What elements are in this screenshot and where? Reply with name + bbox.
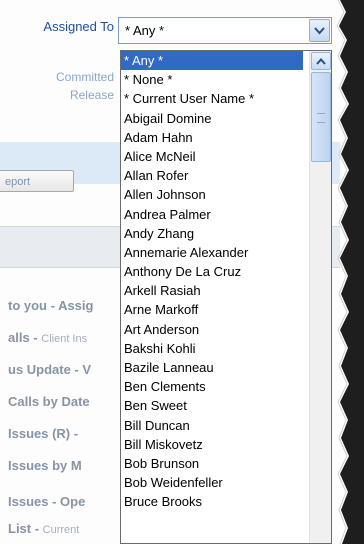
options-scrollbar[interactable] (309, 51, 331, 543)
report-link-2-text: alls - (8, 330, 42, 345)
report-link-7-text: Issues - Ope (8, 494, 86, 509)
assigned-to-label: Assigned To (43, 19, 114, 34)
page: Assigned To Committed Release eport to y… (0, 0, 364, 544)
report-button[interactable]: eport (0, 170, 74, 192)
report-link-3-text: us Update - V (8, 362, 92, 377)
chevron-up-icon (316, 57, 326, 65)
report-link-5[interactable]: Issues (R) - (8, 426, 78, 441)
report-link-8-text: List - (8, 521, 43, 536)
report-link-8[interactable]: List - Current (8, 521, 79, 536)
option-bruce-brooks[interactable]: Bruce Brooks (121, 492, 303, 511)
assigned-to-select[interactable]: * Any * (118, 17, 332, 44)
report-link-4-text: Calls by Date (8, 394, 90, 409)
assigned-to-select-value: * Any * (125, 23, 165, 38)
option-arne-markoff[interactable]: Arne Markoff (121, 300, 303, 319)
option-art-anderson[interactable]: Art Anderson (121, 320, 303, 339)
option-annemarie-alexander[interactable]: Annemarie Alexander (121, 243, 303, 262)
scroll-thumb[interactable] (311, 72, 331, 162)
report-link-1[interactable]: to you - Assig (8, 298, 93, 313)
option-alice-mcneil[interactable]: Alice McNeil (121, 147, 303, 166)
torn-edge-decoration (336, 0, 364, 544)
select-dropdown-button[interactable] (309, 19, 330, 42)
report-link-5-text: Issues (R) - (8, 426, 79, 441)
report-link-6[interactable]: Issues by M (8, 458, 82, 473)
chevron-down-icon (314, 26, 325, 34)
report-link-4[interactable]: Calls by Date (8, 394, 90, 409)
assigned-to-options-list[interactable]: * Any * * None * * Current User Name * A… (120, 50, 332, 544)
report-link-7[interactable]: Issues - Ope (8, 494, 85, 509)
option-andrea-palmer[interactable]: Andrea Palmer (121, 205, 303, 224)
option-bill-miskovetz[interactable]: Bill Miskovetz (121, 435, 303, 454)
option-allan-rofer[interactable]: Allan Rofer (121, 166, 303, 185)
option-anthony-de-la-cruz[interactable]: Anthony De La Cruz (121, 262, 303, 281)
option-bob-weidenfeller[interactable]: Bob Weidenfeller (121, 473, 303, 492)
report-link-8-sub: Current (42, 524, 80, 536)
report-link-3[interactable]: us Update - V (8, 362, 91, 377)
release-label: Release (69, 88, 114, 102)
option-none[interactable]: * None * (121, 70, 303, 89)
option-abigail-domine[interactable]: Abigail Domine (121, 109, 303, 128)
option-current-user[interactable]: * Current User Name * (121, 89, 303, 108)
report-link-2[interactable]: alls - Client Ins (8, 330, 87, 345)
option-bob-brunson[interactable]: Bob Brunson (121, 454, 303, 473)
option-bill-duncan[interactable]: Bill Duncan (121, 416, 303, 435)
committed-label: Committed (55, 70, 114, 84)
option-ben-sweet[interactable]: Ben Sweet (121, 396, 303, 415)
option-ben-clements[interactable]: Ben Clements (121, 377, 303, 396)
option-bakshi-kohli[interactable]: Bakshi Kohli (121, 339, 303, 358)
option-adam-hahn[interactable]: Adam Hahn (121, 128, 303, 147)
report-link-1-text: to you - Assig (8, 298, 94, 313)
option-andy-zhang[interactable]: Andy Zhang (121, 224, 303, 243)
option-bazile-lanneau[interactable]: Bazile Lanneau (121, 358, 303, 377)
report-link-6-text: Issues by M (8, 458, 82, 473)
option-arkell-rasiah[interactable]: Arkell Rasiah (121, 281, 303, 300)
option-any[interactable]: * Any * (121, 51, 303, 71)
scroll-grip-icon (317, 113, 325, 123)
report-link-2-sub: Client Ins (41, 333, 88, 345)
scroll-up-button[interactable] (311, 52, 331, 70)
option-allen-johnson[interactable]: Allen Johnson (121, 185, 303, 204)
